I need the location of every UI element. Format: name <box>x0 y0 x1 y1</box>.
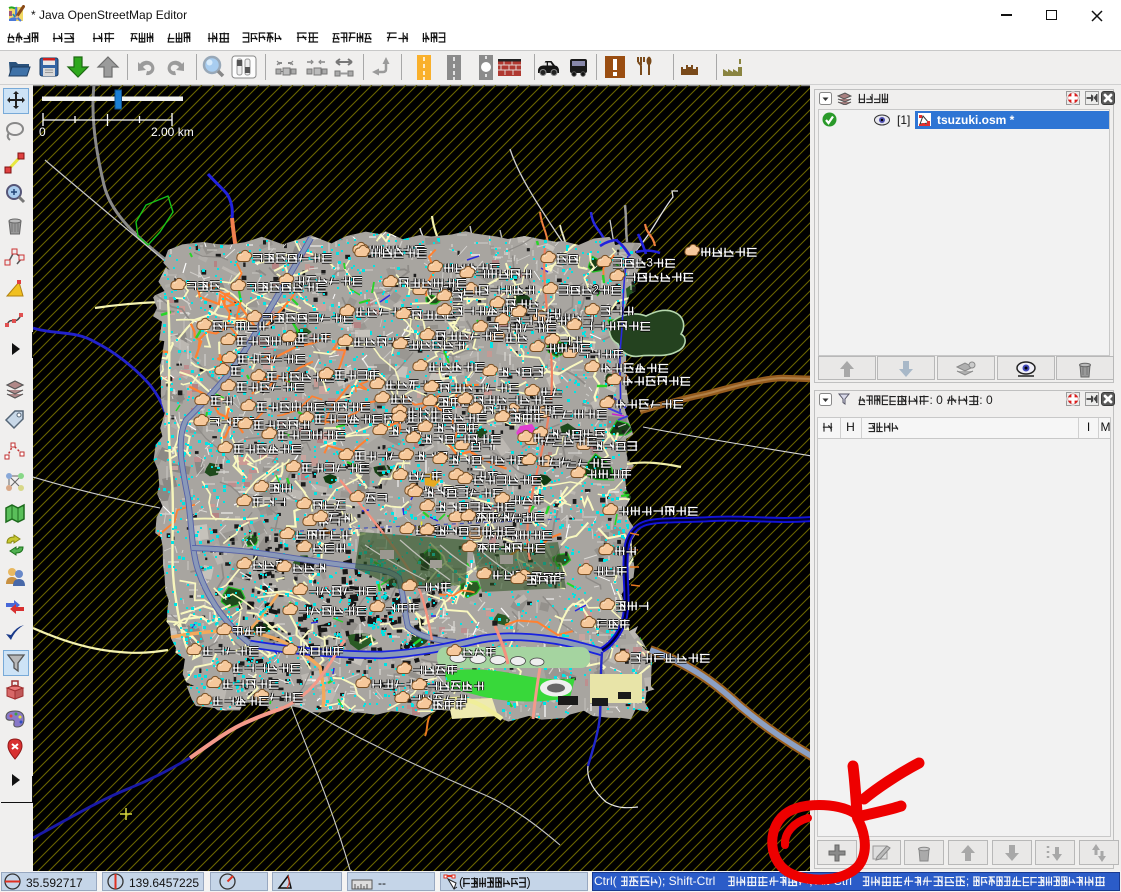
svg-text:: 0: : 0 <box>979 393 993 407</box>
svg-text:2: 2 <box>593 285 599 297</box>
svg-text:Ctrl(: Ctrl( <box>594 874 617 888</box>
svg-text:): ) <box>527 876 531 890</box>
svg-text:(: ( <box>459 876 464 890</box>
svg-text:2.00 km: 2.00 km <box>151 125 194 139</box>
svg-text:0: 0 <box>39 125 46 139</box>
svg-text:); Shift-Ctrl: ); Shift-Ctrl <box>658 874 715 888</box>
svg-text:: 0: : 0 <box>930 393 944 407</box>
svg-text:; Alt-Ctrl: ; Alt-Ctrl <box>809 874 852 888</box>
svg-text:3: 3 <box>647 258 653 270</box>
svg-text:;: ; <box>966 874 969 888</box>
